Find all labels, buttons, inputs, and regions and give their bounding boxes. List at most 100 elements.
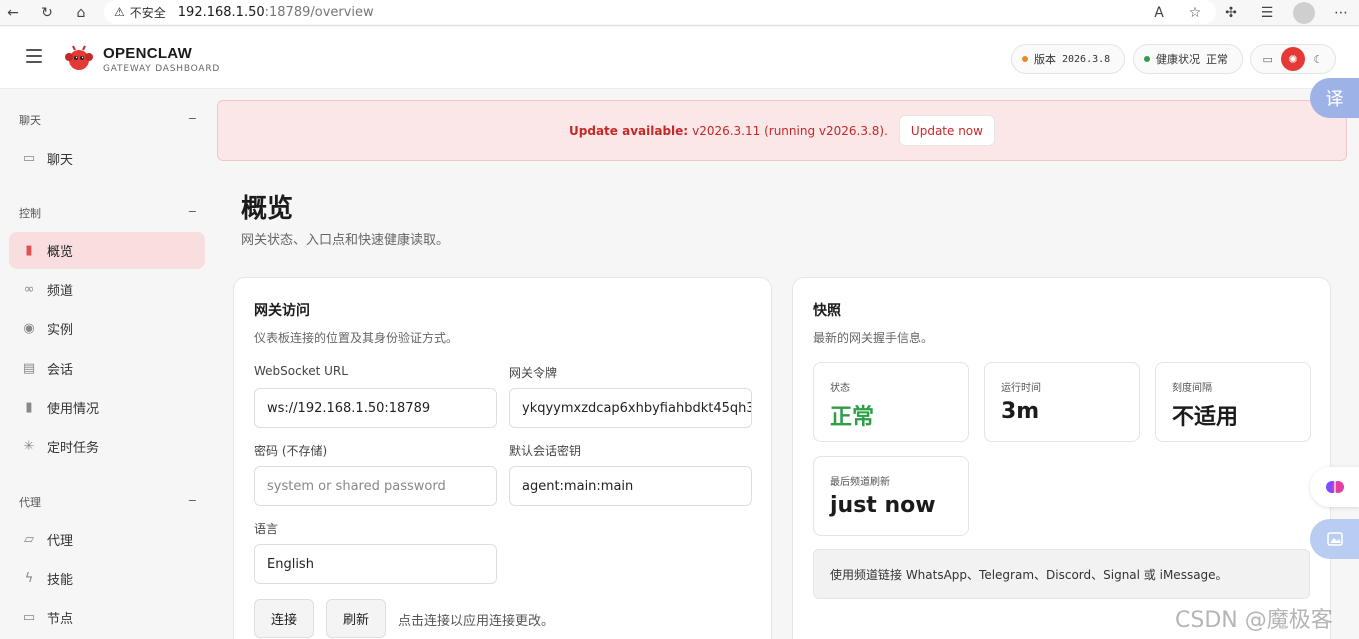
translate-button[interactable]: 译	[1310, 78, 1359, 118]
link-icon: ∞	[23, 282, 35, 297]
health-label: 健康状况	[1156, 53, 1200, 66]
image-icon	[1326, 532, 1343, 546]
sidebar-item-label: 聊天	[47, 153, 74, 168]
stat-value: 正常	[830, 405, 875, 430]
url-host: 192.168.1.50	[177, 4, 265, 20]
refresh-button[interactable]: 刷新	[326, 599, 386, 638]
card-subtitle: 最新的网关握手信息。	[813, 331, 934, 345]
collapse-icon[interactable]: −	[188, 112, 197, 128]
gateway-token-label: 网关令牌	[509, 366, 558, 380]
image-tool-button[interactable]	[1310, 519, 1359, 559]
home-icon[interactable]: ⌂	[68, 0, 94, 26]
version-dot	[1022, 56, 1028, 62]
sidebar-item-label: 节点	[47, 612, 74, 627]
more-icon[interactable]: ⋯	[1323, 0, 1359, 26]
connect-hint: 点击连接以应用连接更改。	[398, 614, 555, 629]
group-label: 控制	[19, 207, 41, 220]
sidebar-item-label: 会话	[47, 363, 74, 378]
sidebar-item-label: 实例	[47, 323, 74, 338]
stat-value: just now	[830, 493, 936, 518]
websocket-url-input[interactable]: ws://192.168.1.50:18789	[254, 388, 497, 428]
openclaw-logo-icon	[65, 45, 93, 70]
version-value: 2026.3.8	[1062, 53, 1111, 65]
sidebar-item-label: 代理	[47, 534, 74, 549]
sidebar-item-chat[interactable]: ▭ 聊天	[9, 140, 205, 177]
stat-status: 状态 正常	[813, 362, 969, 442]
health-dot	[1144, 56, 1150, 62]
password-label: 密码 (不存储)	[254, 444, 328, 458]
language-select[interactable]: English	[254, 544, 497, 584]
monitor-icon: ▭	[22, 610, 36, 625]
session-key-label: 默认会话密钥	[509, 444, 582, 458]
card-subtitle: 仪表板连接的位置及其身份验证方式。	[254, 331, 459, 345]
stat-last-channel-refresh: 最后频道刷新 just now	[813, 456, 969, 536]
update-now-button[interactable]: Update now	[898, 115, 995, 146]
sidebar: 聊天 − ▭ 聊天 控制 − ▮ 概览 ∞ 频道 ◉ 实例 ▤ 会话 ▮ 使用情…	[0, 90, 217, 639]
language-label: 语言	[254, 522, 279, 536]
card-title: 网关访问	[254, 303, 310, 319]
channels-note: 使用频道链接 WhatsApp、Telegram、Discord、Signal …	[813, 549, 1310, 599]
collapse-icon[interactable]: −	[188, 205, 197, 221]
version-label: 版本	[1034, 53, 1056, 66]
group-label: 代理	[19, 496, 41, 509]
message-icon: ▭	[22, 151, 36, 166]
sidebar-item-skills[interactable]: ϟ 技能	[9, 560, 205, 597]
reload-icon[interactable]: ↻	[34, 0, 60, 26]
extensions-icon[interactable]: ✣	[1213, 0, 1249, 26]
brand-title: OPENCLAW	[103, 45, 193, 62]
sidebar-group-control[interactable]: 控制 −	[19, 205, 197, 221]
sun-theme-icon[interactable]: ✺	[1280, 47, 1305, 71]
sidebar-item-sessions[interactable]: ▤ 会话	[9, 350, 205, 387]
lightning-icon: ϟ	[24, 571, 34, 586]
back-icon[interactable]: ←	[0, 0, 26, 26]
stat-value: 不适用	[1172, 405, 1239, 430]
moon-theme-icon[interactable]: ☾	[1306, 47, 1330, 71]
sidebar-item-usage[interactable]: ▮ 使用情况	[9, 389, 205, 426]
browser-toolbar: ← ↻ ⌂ ⚠ 不安全 192.168.1.50:18789/overview …	[0, 0, 1359, 26]
ai-brain-button[interactable]	[1310, 467, 1359, 507]
collapse-icon[interactable]: −	[188, 494, 197, 510]
gateway-token-input[interactable]: ykqyymxzdcap6xhbyfiahbdkt45qh3	[509, 388, 752, 428]
stat-uptime: 运行时间 3m	[984, 362, 1140, 442]
group-label: 聊天	[19, 114, 41, 127]
bar-chart-icon: ▮	[25, 400, 33, 415]
sidebar-item-label: 使用情况	[47, 402, 100, 417]
health-value: 正常	[1206, 53, 1228, 66]
sidebar-item-nodes[interactable]: ▭ 节点	[9, 599, 205, 636]
insecure-label: 不安全	[129, 5, 166, 20]
banner-message: v2026.3.11 (running v2026.3.8).	[692, 123, 888, 138]
stat-value: 3m	[1001, 399, 1040, 424]
sidebar-group-agents[interactable]: 代理 −	[19, 494, 197, 510]
sidebar-item-agents[interactable]: ▱ 代理	[9, 521, 205, 558]
loader-icon: ✳	[23, 439, 35, 454]
sidebar-item-channels[interactable]: ∞ 频道	[9, 271, 205, 308]
card-title: 快照	[813, 303, 841, 319]
sidebar-group-chat[interactable]: 聊天 −	[19, 112, 197, 128]
stat-label: 状态	[830, 383, 850, 394]
websocket-url-label: WebSocket URL	[254, 364, 348, 378]
gateway-access-card: 网关访问 仪表板连接的位置及其身份验证方式。 WebSocket URL ws:…	[233, 277, 772, 639]
snapshot-card: 快照 最新的网关握手信息。 状态 正常 运行时间 3m 刻度间隔 不适用 最后频…	[792, 277, 1331, 639]
profile-avatar[interactable]	[1293, 2, 1315, 24]
read-aloud-icon[interactable]: A	[1141, 0, 1177, 26]
menu-icon[interactable]	[26, 49, 42, 63]
connect-button[interactable]: 连接	[254, 599, 314, 638]
page-title: 概览	[241, 194, 294, 224]
favorites-list-icon[interactable]: ☰	[1249, 0, 1285, 26]
sidebar-item-cron[interactable]: ✳ 定时任务	[9, 428, 205, 465]
app-header: OPENCLAW GATEWAY DASHBOARD 版本 2026.3.8 健…	[0, 27, 1359, 89]
page-subtitle: 网关状态、入口点和快速健康读取。	[241, 233, 450, 248]
sidebar-item-label: 技能	[47, 573, 74, 588]
warning-icon: ⚠	[114, 5, 125, 19]
password-input[interactable]: system or shared password	[254, 466, 497, 506]
version-badge: 版本 2026.3.8	[1011, 44, 1125, 74]
sidebar-item-instances[interactable]: ◉ 实例	[9, 310, 205, 347]
stat-tick-interval: 刻度间隔 不适用	[1155, 362, 1311, 442]
monitor-theme-icon[interactable]: ▭	[1256, 47, 1280, 71]
favorite-star-icon[interactable]: ☆	[1177, 0, 1213, 26]
session-key-input[interactable]: agent:main:main	[509, 466, 752, 506]
sidebar-item-label: 频道	[47, 284, 74, 299]
address-bar[interactable]: ⚠ 不安全 192.168.1.50:18789/overview	[104, 0, 1216, 24]
sidebar-item-overview[interactable]: ▮ 概览	[9, 232, 205, 269]
health-badge: 健康状况 正常	[1133, 44, 1243, 74]
